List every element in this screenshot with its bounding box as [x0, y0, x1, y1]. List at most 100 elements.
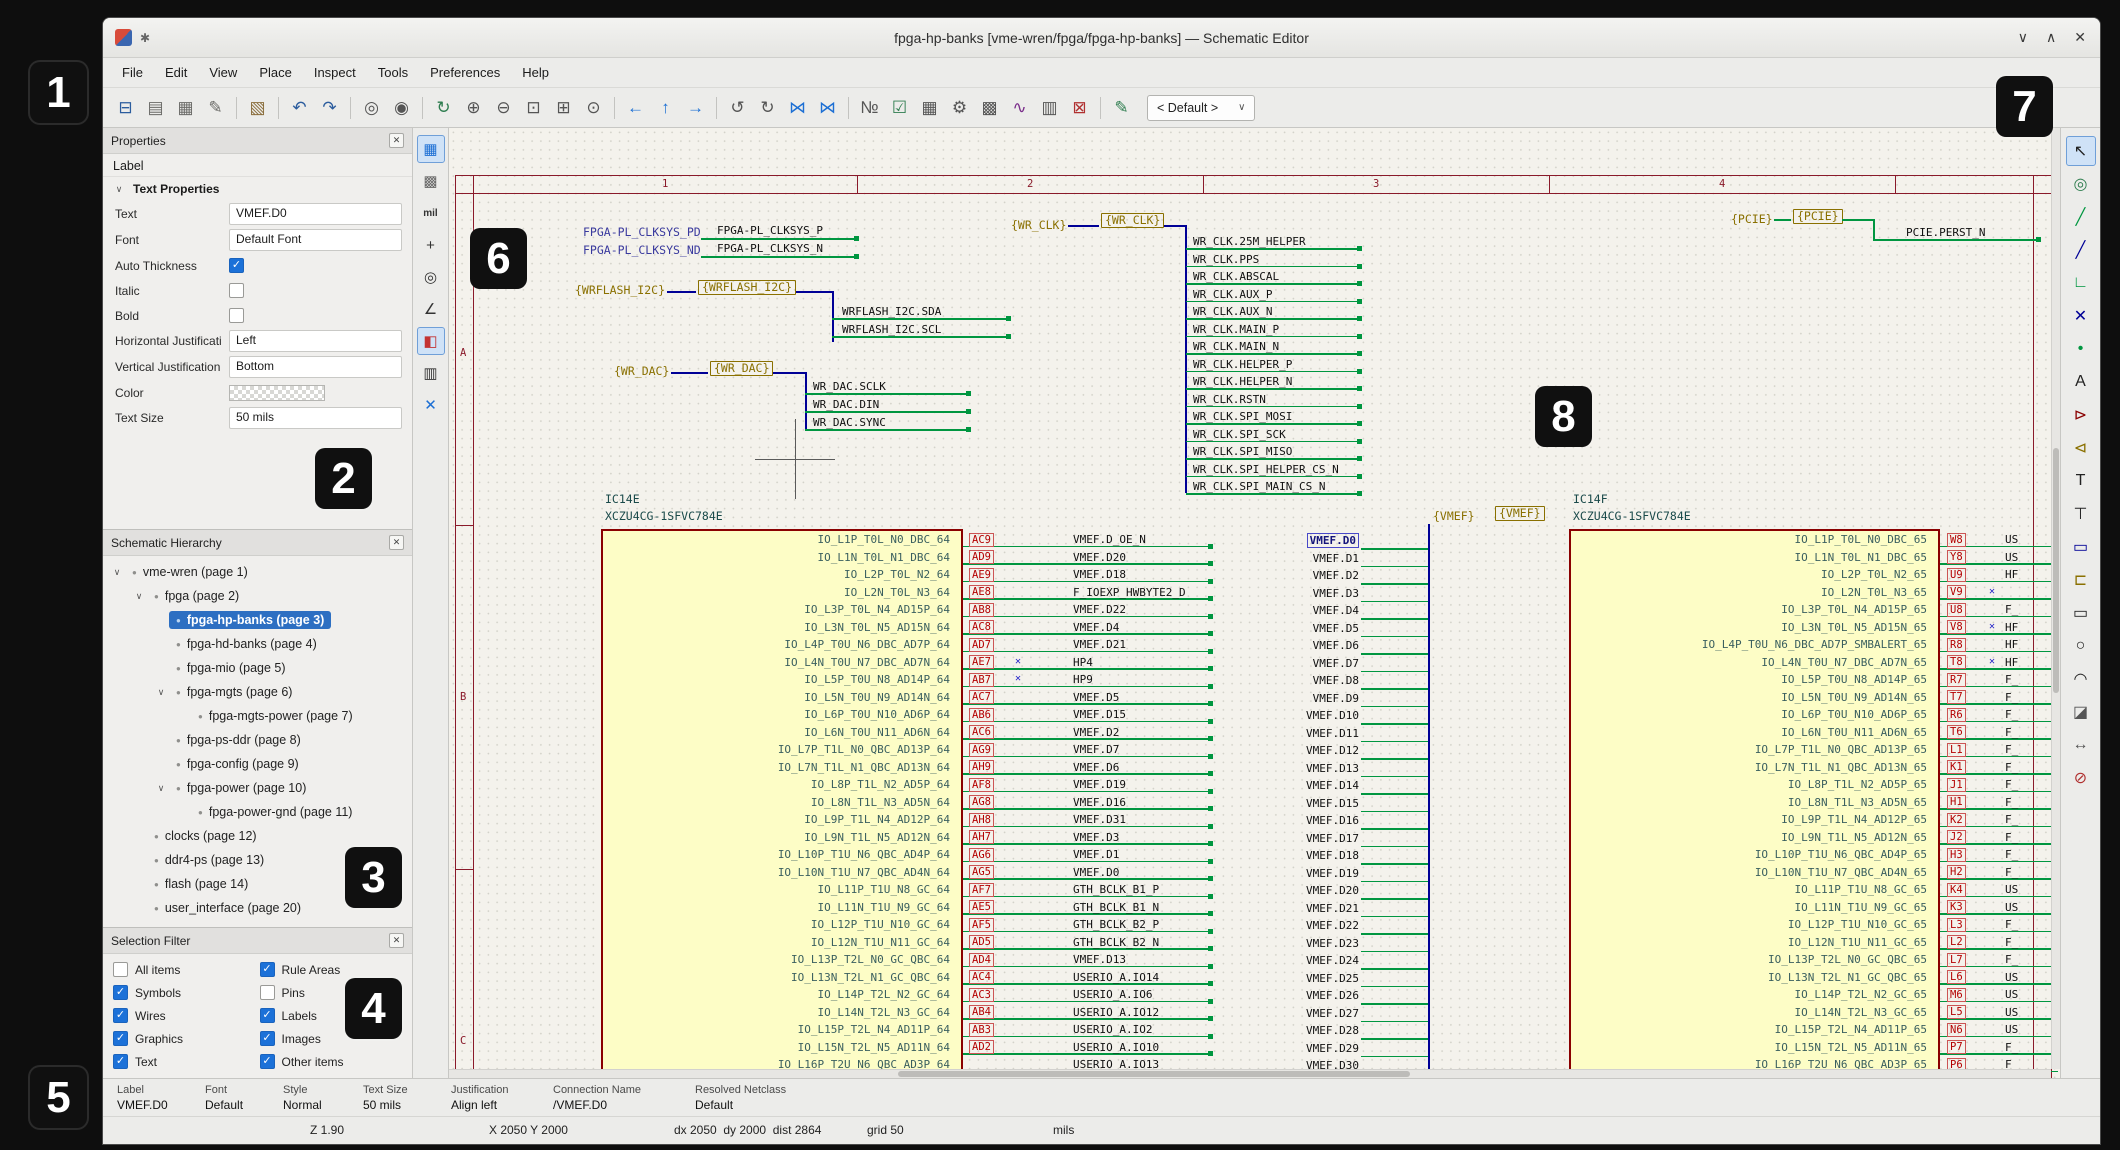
property-value-horizontal-justificati[interactable]: Left — [229, 330, 402, 352]
net-label-wr-clk-25m-helper[interactable]: WR_CLK.25M_HELPER — [1193, 235, 1306, 248]
pin-row-io-l9n-t1l-n5-ad12n-64[interactable]: IO_L9N_T1L_N5_AD12N_64AH7VMEF.D3 — [601, 829, 1221, 847]
net-label-vmef-d21[interactable]: VMEF.D21 — [1219, 902, 1359, 915]
pin-row-io-l4n-t0u-n7-dbc-ad7n-65[interactable]: IO_L4N_T0U_N7_DBC_AD7N_65T8✕HF — [1569, 654, 2060, 672]
save-icon[interactable]: ⊟ — [111, 93, 140, 122]
pin-row-io-l7p-t1l-n0-qbc-ad13p-65[interactable]: IO_L7P_T1L_N0_QBC_AD13P_65L1F_ — [1569, 741, 2060, 759]
pin-row-io-l15n-t2l-n5-ad11n-65[interactable]: IO_L15N_T2L_N5_AD11N_65P7F_ — [1569, 1039, 2060, 1057]
sheet-icon[interactable]: ▭ — [2066, 532, 2096, 562]
menu-preferences[interactable]: Preferences — [419, 61, 511, 84]
text-icon[interactable]: T — [2066, 466, 2096, 496]
hierarchy-item-fpga-mgts-page-6[interactable]: ∨●fpga-mgts (page 6) — [107, 680, 408, 704]
zoom-out-icon[interactable]: ⊖ — [489, 93, 518, 122]
net-label-vmef-d16[interactable]: VMEF.D16 — [1219, 814, 1359, 827]
pin-row-io-l14n-t2l-n3-gc-65[interactable]: IO_L14N_T2L_N3_GC_65L5US — [1569, 1004, 2060, 1022]
net-label-vmef-d4[interactable]: VMEF.D4 — [1219, 604, 1359, 617]
net-label-vmef-d1[interactable]: VMEF.D1 — [1219, 552, 1359, 565]
hierarchy-item-fpga-mio-page-5[interactable]: ●fpga-mio (page 5) — [107, 656, 408, 680]
net-label-vmef-d7[interactable]: VMEF.D7 — [1219, 657, 1359, 670]
measure-icon[interactable]: ↔ — [2066, 730, 2096, 760]
print-icon[interactable]: ▦ — [171, 93, 200, 122]
filter-checkbox-rule-areas[interactable]: ✓ — [260, 962, 275, 977]
net-colors-icon[interactable]: ◧ — [417, 327, 445, 355]
global-label-fpga-pl-clksys-nd[interactable]: FPGA-PL_CLKSYS_ND — [583, 244, 701, 257]
schematic-setup-icon[interactable]: ⚙ — [945, 93, 974, 122]
property-value-vertical-justification[interactable]: Bottom — [229, 356, 402, 378]
pin-row-io-l3p-t0l-n4-ad15p-64[interactable]: IO_L3P_T0L_N4_AD15P_64AB8VMEF.D22 — [601, 601, 1221, 619]
net-label-pcie-perst-n[interactable]: PCIE.PERST_N — [1906, 226, 1985, 239]
vertical-scrollbar[interactable] — [2051, 128, 2060, 1069]
pin-row-io-l4p-t0u-n6-dbc-ad7p-64[interactable]: IO_L4P_T0U_N6_DBC_AD7P_64AD7VMEF.D21 — [601, 636, 1221, 654]
net-label-vmef-d20[interactable]: VMEF.D20 — [1219, 884, 1359, 897]
hier-label-pcie-boxed[interactable]: {PCIE} — [1793, 209, 1843, 224]
clear-highlight-icon[interactable]: ⊠ — [1065, 93, 1094, 122]
net-label-wr-clk-main-p[interactable]: WR_CLK.MAIN_P — [1193, 323, 1279, 336]
net-label-vmef-d8[interactable]: VMEF.D8 — [1219, 674, 1359, 687]
menu-tools[interactable]: Tools — [367, 61, 419, 84]
pin-row-io-l11p-t1u-n8-gc-65[interactable]: IO_L11P_T1U_N8_GC_65K4US — [1569, 881, 2060, 899]
pin-row-io-l6n-t0u-n11-ad6n-65[interactable]: IO_L6N_T0U_N11_AD6N_65T6F_ — [1569, 724, 2060, 742]
net-label-vmef-d10[interactable]: VMEF.D10 — [1219, 709, 1359, 722]
property-checkbox-auto-thickness[interactable]: ✓ — [229, 258, 244, 273]
pin-row-io-l6p-t0u-n10-ad6p-64[interactable]: IO_L6P_T0U_N10_AD6P_64AB6VMEF.D15 — [601, 706, 1221, 724]
minimize-button[interactable]: ∨ — [2018, 29, 2028, 46]
horizontal-scrollbar[interactable] — [449, 1069, 2051, 1078]
pin-row-io-l2p-t0l-n2-65[interactable]: IO_L2P_T0L_N2_65U9HF — [1569, 566, 2060, 584]
pin-row-io-l7n-t1l-n1-qbc-ad13n-64[interactable]: IO_L7N_T1L_N1_QBC_AD13N_64AH9VMEF.D6 — [601, 759, 1221, 777]
menu-file[interactable]: File — [111, 61, 154, 84]
maximize-button[interactable]: ∧ — [2046, 29, 2056, 46]
menu-help[interactable]: Help — [511, 61, 560, 84]
filter-checkbox-labels[interactable]: ✓ — [260, 1008, 275, 1023]
hierarchy-item-fpga-hp-banks-page-3[interactable]: ●fpga-hp-banks (page 3) — [107, 608, 408, 632]
redo-icon[interactable]: ↷ — [315, 93, 344, 122]
filter-checkbox-images[interactable]: ✓ — [260, 1031, 275, 1046]
scrollbar-thumb[interactable] — [898, 1071, 1411, 1077]
pin-row-io-l12p-t1u-n10-gc-65[interactable]: IO_L12P_T1U_N10_GC_65L3F_ — [1569, 916, 2060, 934]
net-label-vmef-d29[interactable]: VMEF.D29 — [1219, 1042, 1359, 1055]
net-label-vmef-d17[interactable]: VMEF.D17 — [1219, 832, 1359, 845]
properties-section-header[interactable]: ∨ Text Properties — [103, 177, 412, 201]
close-icon[interactable]: ✕ — [389, 933, 404, 948]
filter-checkbox-other-items[interactable]: ✓ — [260, 1054, 275, 1069]
scrollbar-thumb[interactable] — [2053, 448, 2059, 693]
pin-row-io-l8p-t1l-n2-ad5p-64[interactable]: IO_L8P_T1L_N2_AD5P_64AF8VMEF.D19 — [601, 776, 1221, 794]
hier-label-wrflash-i2c[interactable]: {WRFLASH_I2C} — [575, 284, 665, 297]
net-label-wr-clk-spi-helper-cs-n[interactable]: WR_CLK.SPI_HELPER_CS_N — [1193, 463, 1339, 476]
pin-row-io-l10p-t1u-n6-qbc-ad4p-64[interactable]: IO_L10P_T1U_N6_QBC_AD4P_64AG6VMEF.D1 — [601, 846, 1221, 864]
filter-checkbox-wires[interactable]: ✓ — [113, 1008, 128, 1023]
hv-wires-icon[interactable]: ∠ — [417, 295, 445, 323]
close-icon[interactable]: ✕ — [389, 133, 404, 148]
arc-icon[interactable]: ◠ — [2066, 664, 2096, 694]
rotate-ccw-icon[interactable]: ↺ — [723, 93, 752, 122]
property-checkbox-italic[interactable] — [229, 283, 244, 298]
netlist-icon[interactable]: ▩ — [975, 93, 1004, 122]
expander-icon[interactable]: ∨ — [153, 687, 169, 698]
net-label-vmef-d0[interactable]: VMEF.D0 — [1219, 534, 1359, 547]
select-tool-icon[interactable]: ↖ — [2066, 136, 2096, 166]
expander-icon[interactable]: ∨ — [153, 783, 169, 794]
undo-icon[interactable]: ↶ — [285, 93, 314, 122]
net-label-wr-clk-abscal[interactable]: WR_CLK.ABSCAL — [1193, 270, 1279, 283]
pin-row-io-l12p-t1u-n10-gc-64[interactable]: IO_L12P_T1U_N10_GC_64AF5GTH_BCLK_B2_P — [601, 916, 1221, 934]
highlight-net-tool-icon[interactable]: ◎ — [2066, 169, 2096, 199]
zoom-fit-icon[interactable]: ⊡ — [519, 93, 548, 122]
pin-row-io-l11n-t1u-n9-gc-64[interactable]: IO_L11N_T1U_N9_GC_64AE5GTH_BCLK_B1_N — [601, 899, 1221, 917]
hierarchy-item-fpga-page-2[interactable]: ∨●fpga (page 2) — [107, 584, 408, 608]
net-label-vmef-d12[interactable]: VMEF.D12 — [1219, 744, 1359, 757]
net-label-vmef-d19[interactable]: VMEF.D19 — [1219, 867, 1359, 880]
pin-row-io-l14p-t2l-n2-gc-64[interactable]: IO_L14P_T2L_N2_GC_64AC3USERIO_A.IO6 — [601, 986, 1221, 1004]
pin-row-io-l14p-t2l-n2-gc-65[interactable]: IO_L14P_T2L_N2_GC_65M6US — [1569, 986, 2060, 1004]
zoom-in-icon[interactable]: ⊕ — [459, 93, 488, 122]
pin-row-io-l8n-t1l-n3-ad5n-65[interactable]: IO_L8N_T1L_N3_AD5N_65H1F_ — [1569, 794, 2060, 812]
ic14f-value[interactable]: XCZU4CG-1SFVC784E — [1573, 510, 1691, 523]
annotate-icon[interactable]: № — [855, 93, 884, 122]
erc-icon[interactable]: ☑ — [885, 93, 914, 122]
net-label-vmef-d28[interactable]: VMEF.D28 — [1219, 1024, 1359, 1037]
page-settings-icon[interactable]: ▤ — [141, 93, 170, 122]
hierarchy-item-vme-wren-page-1[interactable]: ∨●vme-wren (page 1) — [107, 560, 408, 584]
pin-row-io-l10n-t1u-n7-qbc-ad4n-65[interactable]: IO_L10N_T1U_N7_QBC_AD4N_65H2F_ — [1569, 864, 2060, 882]
net-label-wr-clk-pps[interactable]: WR_CLK.PPS — [1193, 253, 1259, 266]
wire-bus-entry-icon[interactable]: ∟ — [2066, 268, 2096, 298]
sheet-pin-icon[interactable]: ⊏ — [2066, 565, 2096, 595]
pin-row-io-l1p-t0l-n0-dbc-64[interactable]: IO_L1P_T0L_N0_DBC_64AC9VMEF.D_OE_N — [601, 531, 1221, 549]
hierarchy-panel-icon[interactable]: ▥ — [417, 359, 445, 387]
